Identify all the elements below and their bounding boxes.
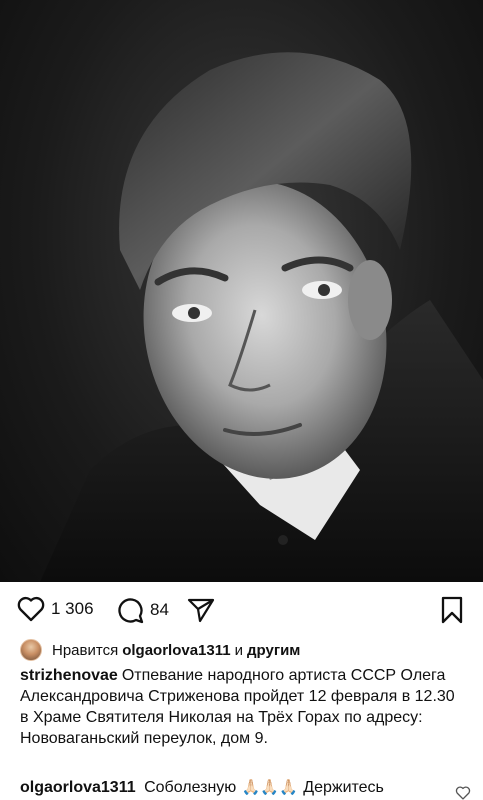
caption-text-2: в Храме Святителя Николая на Трёх Горах … bbox=[20, 709, 423, 747]
comment-preview: olgaorlova1311 Соболезную 🙏🏻🙏🏻🙏🏻 Держите… bbox=[20, 778, 483, 800]
comment-icon bbox=[118, 598, 144, 624]
liked-by-connector: и bbox=[234, 641, 243, 659]
likes-count[interactable]: 1 306 bbox=[51, 599, 94, 619]
avatar[interactable] bbox=[20, 639, 42, 661]
comment-button[interactable]: 84 bbox=[116, 596, 169, 624]
caption-username[interactable]: strizhenovae bbox=[20, 667, 118, 684]
heart-icon bbox=[17, 596, 45, 622]
portrait-illustration bbox=[40, 52, 483, 582]
comments-count[interactable]: 84 bbox=[150, 600, 169, 620]
save-button[interactable] bbox=[440, 596, 464, 624]
send-icon bbox=[187, 598, 215, 623]
comment-emoji: 🙏🏻🙏🏻🙏🏻 bbox=[241, 779, 298, 796]
comment-like-button[interactable] bbox=[455, 786, 471, 800]
liked-by-user[interactable]: olgaorlova1311 bbox=[122, 642, 230, 659]
liked-by-prefix: Нравится bbox=[52, 641, 119, 659]
post-actions-bar: 1 306 84 bbox=[0, 588, 483, 634]
comment-username[interactable]: olgaorlova1311 bbox=[20, 779, 136, 796]
post-caption: strizhenovae Отпевание народного артиста … bbox=[20, 665, 470, 749]
small-heart-icon bbox=[455, 786, 471, 800]
liked-by-line: Нравится olgaorlova1311 и другим bbox=[20, 638, 300, 662]
post-photo[interactable] bbox=[0, 0, 483, 582]
comment-text: Соболезную bbox=[144, 779, 237, 796]
bookmark-icon bbox=[441, 596, 463, 624]
share-button[interactable] bbox=[187, 597, 215, 623]
liked-by-others[interactable]: другим bbox=[247, 642, 300, 659]
like-button[interactable]: 1 306 bbox=[17, 596, 94, 622]
comment-tail: Держитесь bbox=[303, 779, 384, 796]
